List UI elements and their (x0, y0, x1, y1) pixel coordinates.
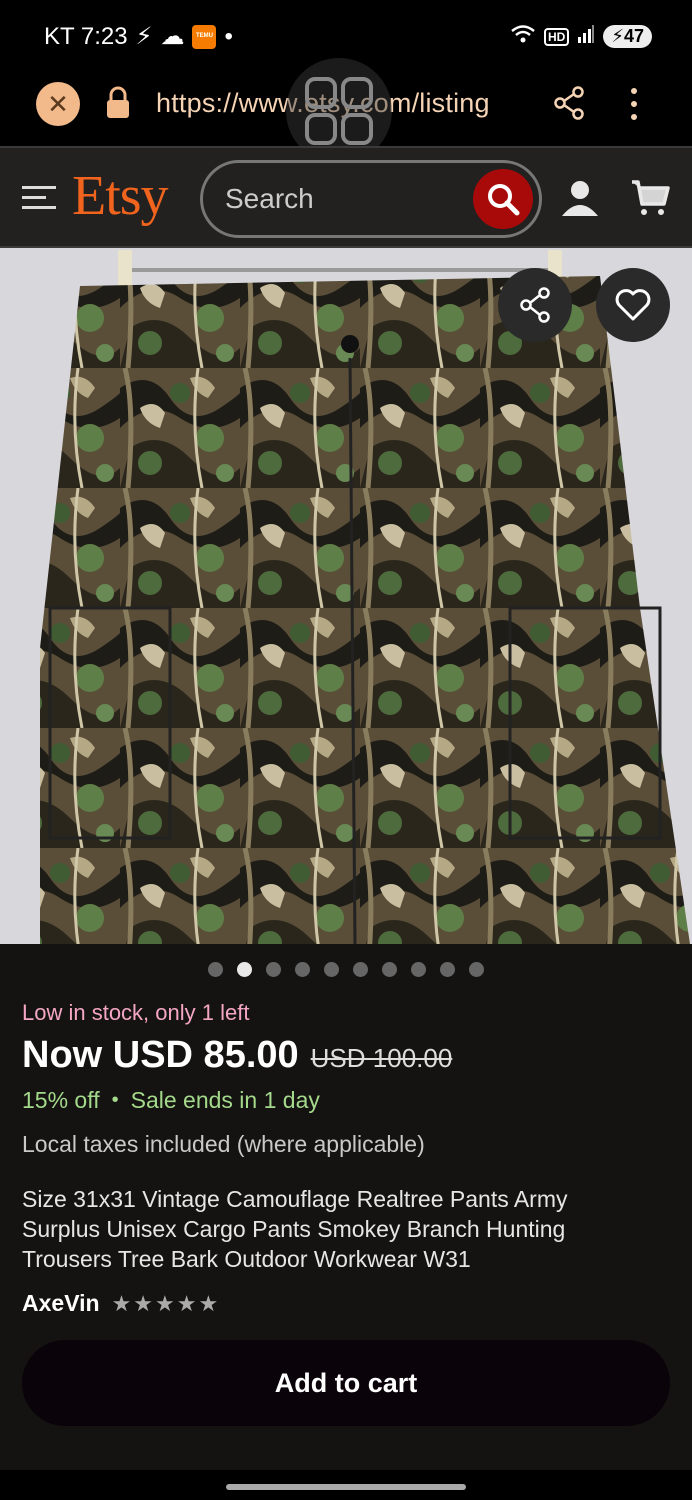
cart-icon[interactable] (630, 178, 670, 223)
carousel-dot-active[interactable] (237, 962, 252, 977)
wifi-icon (510, 24, 536, 49)
temu-icon: TEMU (192, 24, 217, 49)
price-row: Now USD 85.00 USD 100.00 (22, 1034, 452, 1077)
share-icon (520, 287, 550, 323)
cloud-icon: ☁ (160, 23, 185, 50)
camo-pants-photo (0, 248, 692, 944)
search-icon (488, 184, 520, 216)
user-icon[interactable] (560, 178, 600, 223)
shop-name[interactable]: AxeVin (22, 1290, 100, 1317)
home-indicator[interactable] (226, 1484, 466, 1490)
carousel-dot[interactable] (295, 962, 310, 977)
bullet-separator: • (111, 1089, 119, 1111)
add-to-cart-button[interactable]: Add to cart (22, 1340, 670, 1426)
search-placeholder: Search (225, 183, 314, 214)
carousel-dot[interactable] (469, 962, 484, 977)
carousel-dot[interactable] (440, 962, 455, 977)
search-input[interactable]: Search (200, 160, 542, 238)
battery-level: 47 (623, 26, 644, 46)
taxes-note: Local taxes included (where applicable) (22, 1131, 425, 1157)
close-icon[interactable]: ✕ (36, 82, 80, 126)
stock-notice: Low in stock, only 1 left (22, 1000, 250, 1025)
etsy-header: Etsy Search (0, 146, 692, 248)
product-image[interactable] (0, 248, 692, 944)
carousel-dot[interactable] (208, 962, 223, 977)
status-time: KT 7:23 (44, 22, 128, 50)
star-rating: ★★★★★ (111, 1290, 221, 1316)
carousel-dot[interactable] (382, 962, 397, 977)
discount-label: 15% off (22, 1087, 100, 1113)
flash-icon: ⚡ (135, 23, 153, 50)
carousel-dot[interactable] (411, 962, 426, 977)
sale-ends-label: Sale ends in 1 day (130, 1087, 320, 1113)
discount-row: 15% off • Sale ends in 1 day (22, 1087, 320, 1114)
current-price: Now USD 85.00 (22, 1034, 299, 1076)
signal-icon (577, 25, 595, 48)
search-button[interactable] (473, 169, 533, 229)
favorite-button[interactable] (596, 268, 670, 342)
carousel-dots (208, 962, 484, 977)
menu-icon[interactable] (22, 184, 56, 217)
status-bar: KT 7:23 ⚡ ☁ TEMU • HD ⚡47 (0, 0, 692, 62)
share-listing-button[interactable] (498, 268, 572, 342)
etsy-logo[interactable]: Etsy (72, 164, 169, 228)
shop-row[interactable]: AxeVin ★★★★★ (22, 1290, 220, 1317)
carousel-dot[interactable] (324, 962, 339, 977)
hd-badge: HD (543, 27, 570, 46)
more-options-icon[interactable] (620, 86, 648, 127)
listing-title: Size 31x31 Vintage Camouflage Realtree P… (22, 1186, 568, 1272)
heart-icon (615, 289, 651, 321)
carousel-dot[interactable] (266, 962, 281, 977)
carousel-dot[interactable] (353, 962, 368, 977)
dot-icon: • (224, 22, 233, 50)
lock-icon[interactable] (104, 86, 132, 125)
share-icon[interactable] (553, 86, 585, 125)
original-price: USD 100.00 (310, 1043, 453, 1073)
battery-indicator: ⚡47 (603, 25, 652, 48)
